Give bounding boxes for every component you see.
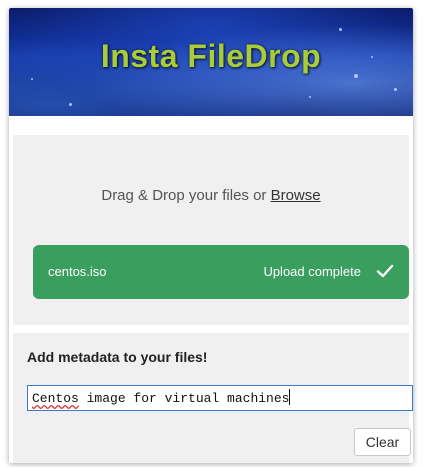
misspelled-word: Centos	[32, 391, 79, 406]
metadata-panel: Add metadata to your files! Centos image…	[13, 333, 413, 463]
upload-status: Upload complete	[263, 264, 361, 279]
clear-button[interactable]: Clear	[354, 428, 411, 456]
metadata-heading: Add metadata to your files!	[27, 349, 208, 365]
header-banner: Insta FileDrop	[9, 8, 413, 116]
drop-prompt-text: Drag & Drop your files or	[101, 187, 271, 204]
text-caret	[289, 389, 291, 405]
input-text: image for virtual machines	[78, 391, 290, 406]
browse-link[interactable]: Browse	[271, 187, 321, 204]
drop-instructions: Drag & Drop your files or Browse	[13, 187, 409, 204]
file-name: centos.iso	[48, 264, 107, 279]
app-window: Insta FileDrop Drag & Drop your files or…	[9, 8, 413, 463]
metadata-input[interactable]: Centos image for virtual machines	[27, 385, 413, 411]
app-title: Insta FileDrop	[100, 38, 322, 74]
drop-zone[interactable]: Drag & Drop your files or Browse centos.…	[13, 135, 409, 325]
uploaded-file-item: centos.iso Upload complete	[33, 245, 409, 299]
check-icon	[376, 264, 394, 278]
